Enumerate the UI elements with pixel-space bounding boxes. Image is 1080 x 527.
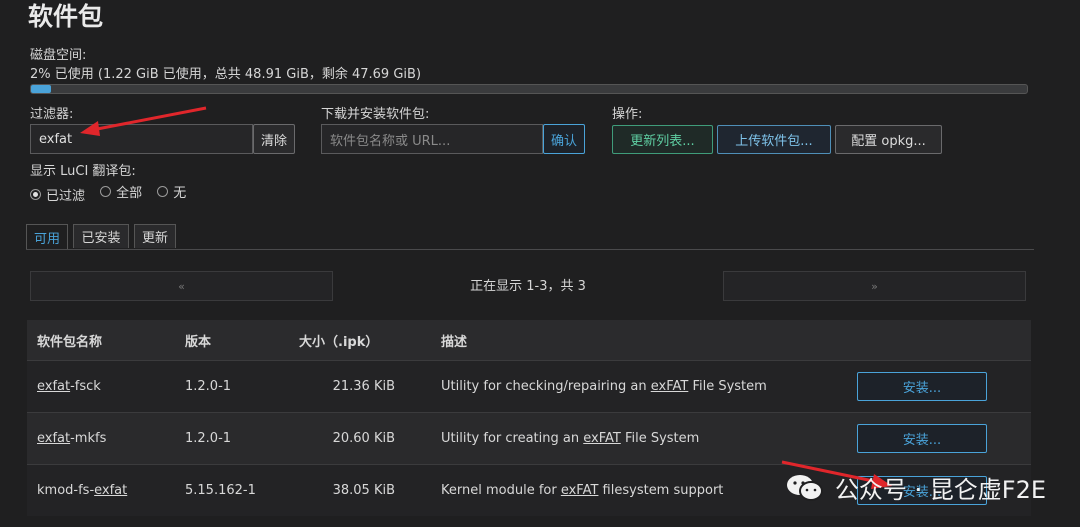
package-size: 20.60 KiB [299,412,395,465]
package-version: 1.2.0-1 [175,360,299,413]
col-size-header: 大小（.ipk） [299,320,395,361]
confirm-install-button[interactable]: 确认 [543,124,585,154]
package-action-cell: 安装... [843,412,1031,465]
radio-filtered[interactable]: 已过滤 [30,185,85,204]
filter-label: 过滤器: [30,107,74,122]
disk-usage-bar [30,84,1028,94]
package-description: Utility for checking/repairing an exFAT … [395,360,843,413]
actions-label: 操作: [612,107,643,122]
col-name-header: 软件包名称 [27,320,175,361]
watermark: 公众号 · 昆仑虚F2E [785,470,1046,505]
radio-none[interactable]: 无 [157,182,186,201]
tab-updates[interactable]: 更新 [134,224,176,248]
next-page-button[interactable]: » [723,271,1026,301]
prev-page-button[interactable]: « [30,271,333,301]
disk-space-label: 磁盘空间: [30,48,87,63]
install-button[interactable]: 安装... [857,372,987,401]
package-version: 5.15.162-1 [175,464,299,516]
package-name[interactable]: exfat-fsck [27,360,175,413]
update-lists-button[interactable]: 更新列表... [612,125,713,154]
table-header-row: 软件包名称 版本 大小（.ipk） 描述 [27,320,1031,361]
table-row: exfat-mkfs 1.2.0-1 20.60 KiB Utility for… [27,412,1031,465]
package-version: 1.2.0-1 [175,412,299,465]
clear-filter-button[interactable]: 清除 [253,124,295,154]
package-url-input[interactable]: 软件包名称或 URL... [321,124,543,154]
disk-usage-summary: 2% 已使用 (1.22 GiB 已使用，总共 48.91 GiB，剩余 47.… [30,67,422,82]
tab-available[interactable]: 可用 [26,224,68,250]
radio-all[interactable]: 全部 [100,182,142,201]
package-name[interactable]: kmod-fs-exfat [27,464,175,516]
package-description: Kernel module for exFAT filesystem suppo… [395,464,843,516]
radio-selected-icon [30,189,41,200]
col-version-header: 版本 [175,320,299,361]
pager-status: 正在显示 1-3，共 3 [470,279,586,294]
wechat-icon [786,474,823,501]
configure-opkg-button[interactable]: 配置 opkg... [835,125,942,154]
package-size: 38.05 KiB [299,464,395,516]
luci-translations-radio-group: 已过滤 全部 无 [30,182,196,204]
page-title: 软件包 [28,2,104,31]
tab-installed[interactable]: 已安装 [73,224,129,248]
package-action-cell: 安装... [843,360,1031,413]
install-button[interactable]: 安装... [857,424,987,453]
tab-divider [26,249,1034,250]
col-description-header: 描述 [395,320,843,361]
filter-input[interactable]: exfat [30,124,253,154]
package-name[interactable]: exfat-mkfs [27,412,175,465]
luci-translations-label: 显示 LuCI 翻译包: [30,164,136,179]
radio-unselected-icon [100,186,112,197]
table-row: exfat-fsck 1.2.0-1 21.36 KiB Utility for… [27,360,1031,413]
disk-usage-fill [31,85,51,93]
watermark-text: 公众号 · 昆仑虚F2E [834,476,1046,504]
col-action-header [843,320,1031,361]
download-label: 下载并安装软件包: [321,107,430,122]
upload-package-button[interactable]: 上传软件包... [717,125,831,154]
package-description: Utility for creating an exFAT File Syste… [395,412,843,465]
radio-unselected-icon [157,186,169,197]
package-size: 21.36 KiB [299,360,395,413]
